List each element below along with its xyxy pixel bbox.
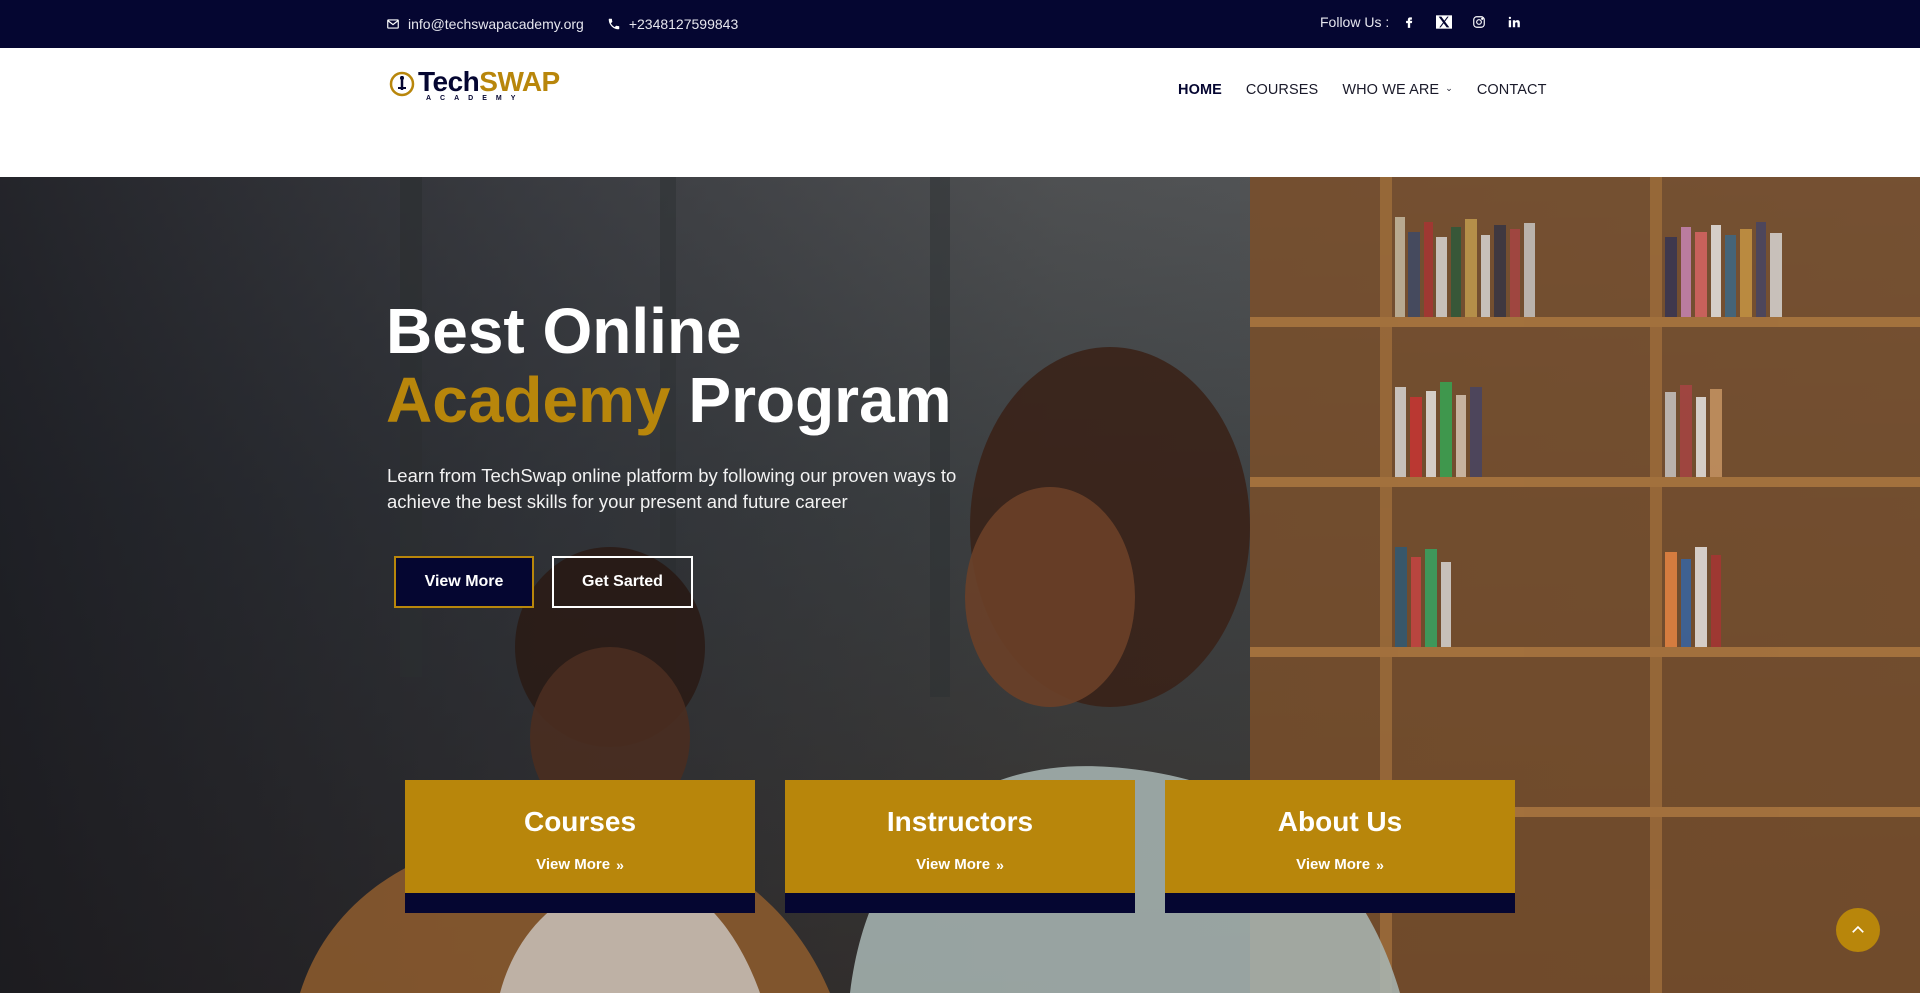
logo-text: TechSWAP [418,66,560,97]
card-title: Courses [523,806,637,837]
card-instructors[interactable]: Instructors View More» [785,780,1135,913]
email-link[interactable]: info@techswapacademy.org [386,16,584,32]
nav-contact[interactable]: CONTACT [1477,82,1547,98]
logo-mark-icon [389,71,415,97]
x-icon[interactable] [1436,14,1453,30]
phone-text: +2348127599843 [628,16,739,32]
follow-label: Follow Us : [1320,14,1390,30]
card-view-more-link[interactable]: View More» [785,856,1135,873]
card-view-more-link[interactable]: View More» [405,856,755,873]
facebook-icon[interactable] [1401,14,1417,30]
email-text: info@techswapacademy.org [408,16,584,32]
chevron-up-icon [1852,925,1864,933]
instagram-icon[interactable] [1471,14,1487,30]
hero-title: Best Online Academy Program [386,297,952,435]
hero-title-line1: Best Online [386,295,742,367]
feature-cards: Courses View More» Instructors View More… [405,780,1545,913]
phone-link[interactable]: +2348127599843 [607,16,738,32]
contact-info: info@techswapacademy.org +2348127599843 [386,16,761,32]
scroll-to-top-button[interactable] [1836,908,1880,952]
hero-title-rest: Program [670,364,952,436]
hero-description: Learn from TechSwap online platform by f… [387,465,957,512]
nav-courses[interactable]: COURSES [1246,82,1318,98]
phone-icon [608,18,620,30]
double-chevron-right-icon: » [616,856,624,873]
logo[interactable]: TechSWAP ACADEMY [388,65,568,103]
top-bar: info@techswapacademy.org +2348127599843 … [0,0,1920,48]
follow-us: Follow Us : [1320,14,1541,30]
envelope-icon [387,19,399,29]
hero-title-highlight: Academy [386,364,671,436]
double-chevron-right-icon: » [996,856,1004,873]
card-bottom-bar [1165,893,1515,913]
card-title: About Us [1277,806,1403,837]
double-chevron-right-icon: » [1376,856,1384,873]
card-about-us[interactable]: About Us View More» [1165,780,1515,913]
view-more-button[interactable]: View More [394,556,534,608]
logo-subtitle: ACADEMY [426,95,525,102]
nav-who-we-are[interactable]: WHO WE ARE ⌄ [1342,82,1453,98]
card-view-more-link[interactable]: View More» [1165,856,1515,873]
linkedin-icon[interactable] [1506,14,1522,30]
site-header: TechSWAP ACADEMY HOME COURSES WHO WE ARE… [0,48,1920,177]
card-bottom-bar [405,893,755,913]
card-bottom-bar [785,893,1135,913]
card-courses[interactable]: Courses View More» [405,780,755,913]
card-title: Instructors [886,806,1034,837]
main-nav: HOME COURSES WHO WE ARE ⌄ CONTACT [1178,82,1571,98]
get-started-button[interactable]: Get Sarted [552,556,693,608]
chevron-down-icon: ⌄ [1445,82,1453,93]
hero-section: Best Online Academy Program Learn from T… [0,177,1920,993]
nav-home[interactable]: HOME [1178,82,1222,98]
